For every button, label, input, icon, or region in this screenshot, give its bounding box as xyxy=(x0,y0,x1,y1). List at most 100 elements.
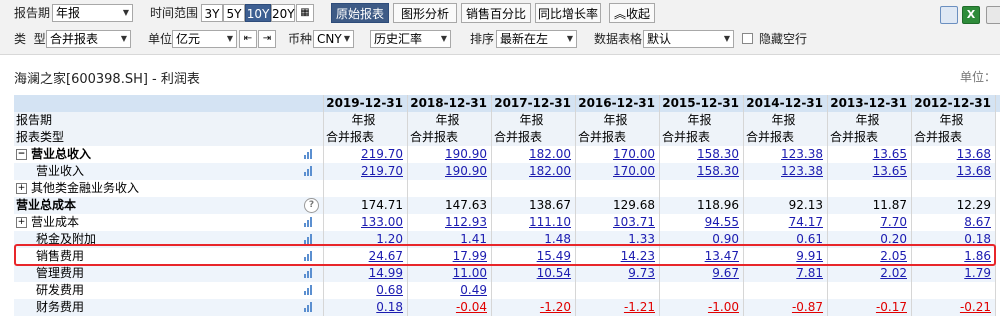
column-header[interactable]: 2018-12-31 xyxy=(408,95,492,112)
help-icon[interactable]: ? xyxy=(304,198,319,213)
column-header[interactable]: 2016-12-31 xyxy=(576,95,660,112)
table-cell[interactable]: 1.86 xyxy=(912,248,996,265)
table-cell[interactable]: 13.65 xyxy=(828,146,912,163)
table-cell[interactable]: 112.93 xyxy=(408,214,492,231)
column-header[interactable]: 2013-12-31 xyxy=(828,95,912,112)
time-range-5y[interactable]: 5Y xyxy=(223,4,245,22)
table-cell[interactable]: -0.87 xyxy=(744,299,828,316)
table-cell[interactable]: 158.30 xyxy=(660,163,744,180)
table-cell[interactable]: 13.47 xyxy=(660,248,744,265)
table-cell[interactable]: 123.38 xyxy=(744,163,828,180)
type-select[interactable]: 合并报表 ▼ xyxy=(46,30,131,48)
table-cell[interactable]: 111.10 xyxy=(492,214,576,231)
currency-select[interactable]: CNY ▼ xyxy=(313,30,354,48)
decimal-decrease-icon[interactable]: ⇥ xyxy=(258,30,276,48)
table-cell[interactable]: 1.41 xyxy=(408,231,492,248)
table-cell[interactable]: 0.49 xyxy=(408,282,492,299)
column-header[interactable]: 2015-12-31 xyxy=(660,95,744,112)
column-header[interactable]: 2012-12-31 xyxy=(912,95,996,112)
table-cell[interactable]: 103.71 xyxy=(576,214,660,231)
bar-chart-icon[interactable] xyxy=(304,251,313,261)
table-cell[interactable]: 2.05 xyxy=(828,248,912,265)
table-cell[interactable]: 7.70 xyxy=(828,214,912,231)
table-cell[interactable]: 182.00 xyxy=(492,163,576,180)
table-cell[interactable]: 9.73 xyxy=(576,265,660,282)
bar-chart-icon[interactable] xyxy=(304,149,313,159)
table-cell[interactable]: 15.49 xyxy=(492,248,576,265)
table-cell[interactable]: 219.70 xyxy=(324,163,408,180)
table-cell[interactable]: 133.00 xyxy=(324,214,408,231)
tab-yoy-growth[interactable]: 同比增长率 xyxy=(535,3,601,23)
table-cell[interactable]: -0.04 xyxy=(408,299,492,316)
tab-chart-analysis[interactable]: 图形分析 xyxy=(393,3,457,23)
table-cell[interactable]: 14.23 xyxy=(576,248,660,265)
table-cell[interactable]: 11.00 xyxy=(408,265,492,282)
bar-chart-icon[interactable] xyxy=(304,234,313,244)
table-cell[interactable]: 219.70 xyxy=(324,146,408,163)
time-range-3y[interactable]: 3Y xyxy=(201,4,223,22)
table-cell[interactable]: 182.00 xyxy=(492,146,576,163)
table-cell[interactable]: 0.90 xyxy=(660,231,744,248)
column-header[interactable]: 2017-12-31 xyxy=(492,95,576,112)
column-header[interactable]: 2019-12-31 xyxy=(324,95,408,112)
table-cell[interactable]: -0.21 xyxy=(912,299,996,316)
decimal-increase-icon[interactable]: ⇤ xyxy=(239,30,257,48)
table-cell[interactable]: 94.55 xyxy=(660,214,744,231)
table-cell[interactable]: 1.33 xyxy=(576,231,660,248)
fx-select[interactable]: 历史汇率 ▼ xyxy=(370,30,451,48)
table-cell[interactable]: 13.65 xyxy=(828,163,912,180)
table-cell[interactable]: -1.00 xyxy=(660,299,744,316)
table-cell[interactable]: 1.48 xyxy=(492,231,576,248)
bar-chart-icon[interactable] xyxy=(304,217,313,227)
unit-select[interactable]: 亿元 ▼ xyxy=(172,30,237,48)
collapse-icon[interactable]: − xyxy=(16,149,27,160)
bar-chart-icon[interactable] xyxy=(304,268,313,278)
table-cell[interactable]: -1.21 xyxy=(576,299,660,316)
print-icon[interactable] xyxy=(986,6,1000,24)
table-cell[interactable]: 7.81 xyxy=(744,265,828,282)
report-period-select[interactable]: 年报 ▼ xyxy=(52,4,133,22)
table-cell[interactable]: 170.00 xyxy=(576,146,660,163)
datagrid-select[interactable]: 默认 ▼ xyxy=(643,30,734,48)
bar-chart-icon[interactable] xyxy=(304,302,313,312)
expand-icon[interactable]: + xyxy=(16,217,27,228)
table-cell[interactable]: 13.68 xyxy=(912,163,996,180)
hide-empty-checkbox[interactable] xyxy=(742,33,753,44)
table-cell[interactable]: -0.17 xyxy=(828,299,912,316)
table-cell[interactable]: 2.02 xyxy=(828,265,912,282)
table-cell[interactable]: 10.54 xyxy=(492,265,576,282)
table-cell[interactable]: 170.00 xyxy=(576,163,660,180)
sort-select[interactable]: 最新在左 ▼ xyxy=(496,30,577,48)
grid-icon[interactable]: ▦ xyxy=(296,4,314,22)
collapse-button[interactable]: ︽收起 xyxy=(609,3,655,23)
table-cell[interactable]: 13.68 xyxy=(912,146,996,163)
table-cell[interactable]: 9.67 xyxy=(660,265,744,282)
tab-raw-report[interactable]: 原始报表 xyxy=(331,3,389,23)
excel-export-icon[interactable]: X xyxy=(962,6,980,24)
table-cell[interactable]: 0.18 xyxy=(912,231,996,248)
time-range-20y[interactable]: 20Y xyxy=(271,4,295,22)
table-cell[interactable]: 8.67 xyxy=(912,214,996,231)
table-cell[interactable]: -1.20 xyxy=(492,299,576,316)
table-cell[interactable]: 190.90 xyxy=(408,146,492,163)
window-icon[interactable] xyxy=(940,6,958,24)
table-cell[interactable]: 0.20 xyxy=(828,231,912,248)
table-cell[interactable]: 0.18 xyxy=(324,299,408,316)
table-cell[interactable]: 24.67 xyxy=(324,248,408,265)
table-cell[interactable]: 123.38 xyxy=(744,146,828,163)
tab-sales-percent[interactable]: 销售百分比 xyxy=(461,3,531,23)
bar-chart-icon[interactable] xyxy=(304,166,313,176)
time-range-10y[interactable]: 10Y xyxy=(245,4,271,22)
table-cell[interactable]: 1.20 xyxy=(324,231,408,248)
expand-icon[interactable]: + xyxy=(16,183,27,194)
table-cell[interactable]: 14.99 xyxy=(324,265,408,282)
table-cell[interactable]: 0.68 xyxy=(324,282,408,299)
table-cell[interactable]: 0.61 xyxy=(744,231,828,248)
bar-chart-icon[interactable] xyxy=(304,285,313,295)
table-cell[interactable]: 17.99 xyxy=(408,248,492,265)
table-cell[interactable]: 190.90 xyxy=(408,163,492,180)
table-cell[interactable]: 1.79 xyxy=(912,265,996,282)
table-cell[interactable]: 158.30 xyxy=(660,146,744,163)
table-cell[interactable]: 74.17 xyxy=(744,214,828,231)
column-header[interactable]: 2014-12-31 xyxy=(744,95,828,112)
